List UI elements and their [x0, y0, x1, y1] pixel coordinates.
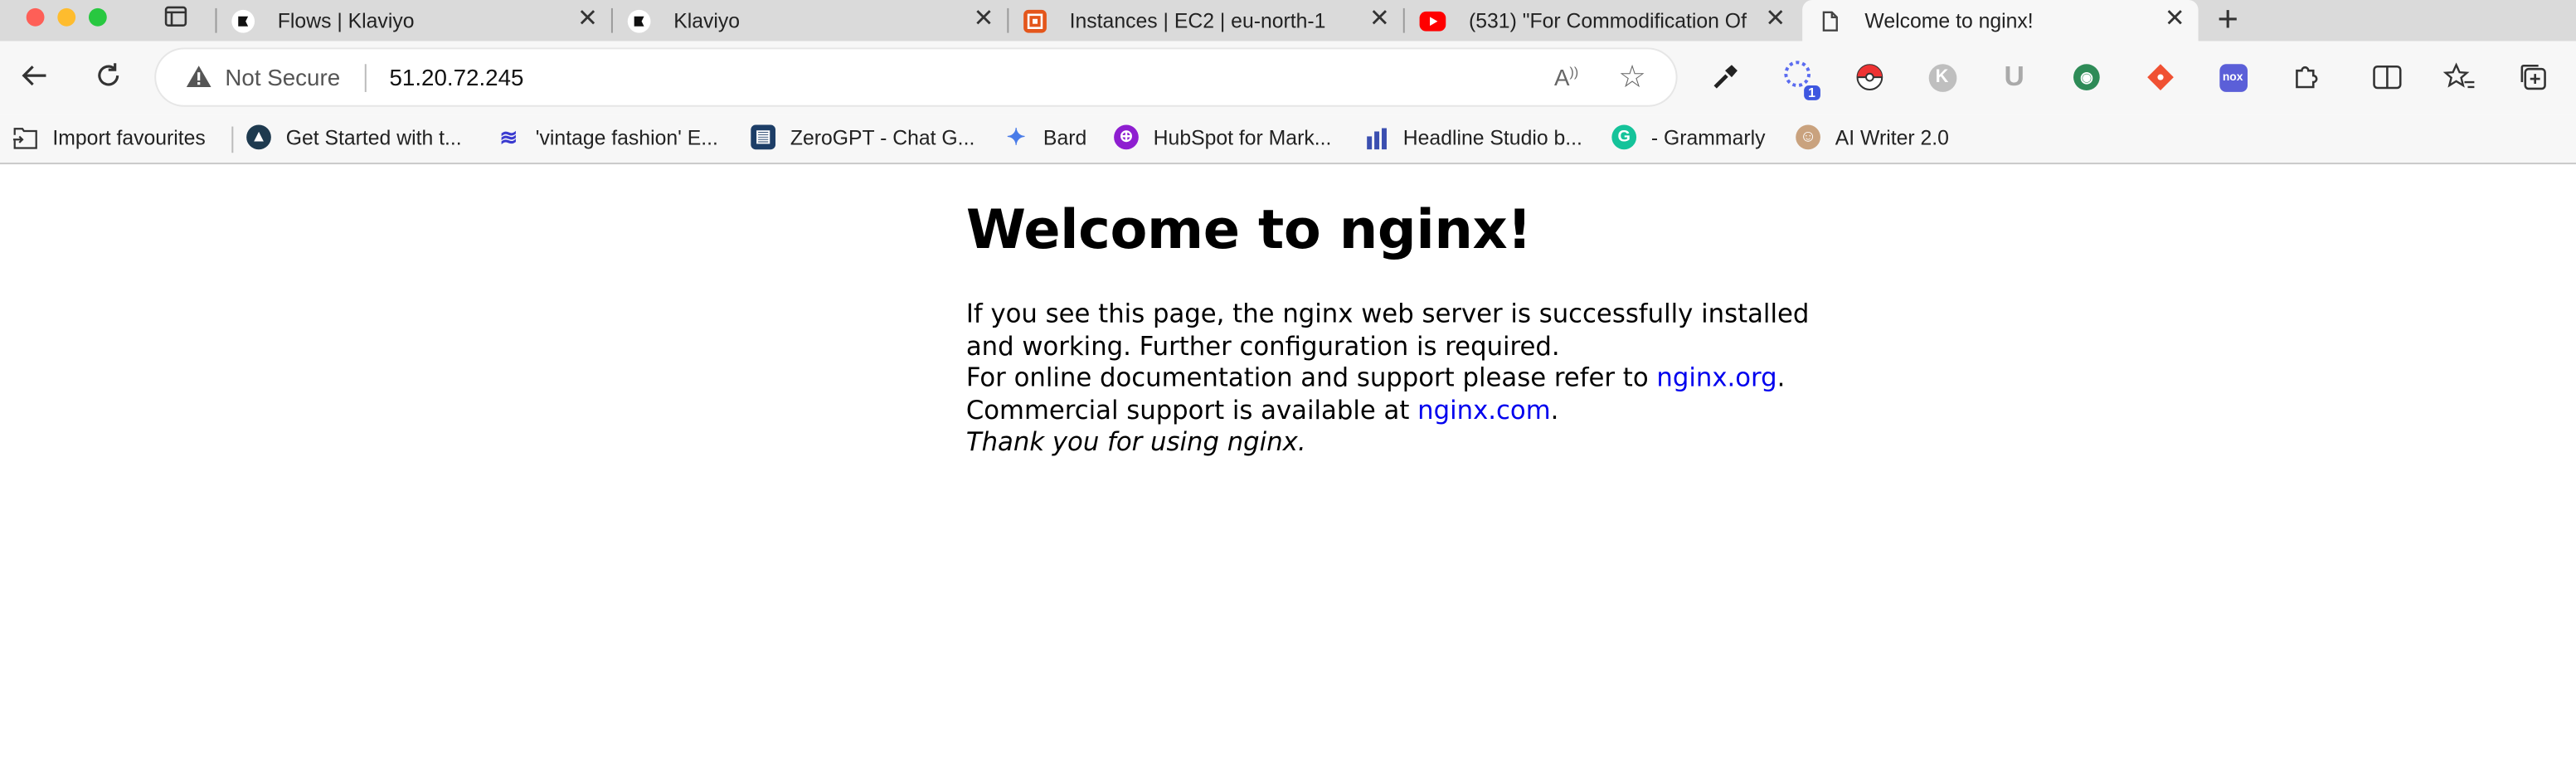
- minimize-window-button[interactable]: [57, 7, 76, 27]
- url-text[interactable]: 51.20.72.245: [389, 64, 523, 90]
- read-aloud-icon[interactable]: A)): [1554, 64, 1578, 90]
- bookmark-label: AI Writer 2.0: [1835, 125, 1949, 149]
- nginx-org-link[interactable]: nginx.org: [1656, 363, 1776, 393]
- tab-title: Instances | EC2 | eu-north-1: [1069, 8, 1326, 32]
- commercial-support-text: Commercial support is available at: [965, 395, 1418, 425]
- close-tab-icon[interactable]: ✕: [974, 6, 994, 33]
- sparkle-icon: ✦: [1006, 123, 1026, 150]
- bookmark-label: ZeroGPT - Chat G...: [790, 125, 975, 149]
- aws-icon: [1023, 8, 1047, 32]
- klaviyo-icon: [231, 8, 255, 32]
- nox-extension-icon[interactable]: nox: [2216, 61, 2249, 94]
- documentation-text: For online documentation and support ple…: [965, 363, 1657, 393]
- bookmarks-bar: Import favourites ▲ Get Started with t..…: [0, 114, 2576, 165]
- grammarly-icon: G: [1611, 124, 1637, 150]
- bookmark-ai-writer[interactable]: ☺ AI Writer 2.0: [1796, 124, 1949, 150]
- tab-klaviyo[interactable]: Klaviyo ✕: [610, 0, 1007, 41]
- extension-badge-count: 1: [1803, 85, 1820, 100]
- close-tab-icon[interactable]: ✕: [1765, 6, 1786, 33]
- close-tab-icon[interactable]: ✕: [577, 6, 598, 33]
- mountain-icon: ▲: [246, 124, 271, 150]
- tab-welcome-nginx[interactable]: Welcome to nginx! ✕: [1802, 0, 2199, 41]
- tab-title: Flows | Klaviyo: [277, 8, 415, 32]
- u-extension-icon[interactable]: U: [1998, 61, 2031, 94]
- bookmark-zerogpt[interactable]: ▤ ZeroGPT - Chat G...: [751, 124, 975, 150]
- collections-icon[interactable]: [2517, 61, 2550, 94]
- bookmark-label: HubSpot for Mark...: [1153, 125, 1332, 149]
- bookmark-label: Bard: [1043, 125, 1087, 149]
- split-screen-icon[interactable]: [2371, 61, 2404, 94]
- bookmark-label: Import favourites: [52, 125, 206, 149]
- intro-paragraph: If you see this page, the nginx web serv…: [965, 299, 1810, 362]
- back-icon[interactable]: [17, 59, 53, 95]
- bookmark-label: Get Started with t...: [285, 125, 462, 149]
- close-tab-icon[interactable]: ✕: [2165, 6, 2185, 33]
- bookmark-import-favourites[interactable]: Import favourites: [12, 125, 206, 150]
- thanks-text: Thank you for using nginx.: [965, 427, 1306, 458]
- nginx-com-link[interactable]: nginx.com: [1417, 396, 1550, 425]
- robot-extension-icon[interactable]: ◉: [2070, 61, 2103, 94]
- import-icon: [12, 125, 38, 150]
- tab-title: (531) "For Commodification Of: [1469, 8, 1747, 32]
- tab-strip: Flows | Klaviyo ✕ Klaviyo ✕ Instances | …: [0, 0, 2576, 41]
- address-bar[interactable]: Not Secure 51.20.72.245 A)) ☆: [156, 49, 1676, 105]
- bookmark-bard[interactable]: ✦ Bard: [1004, 123, 1087, 150]
- period: .: [1776, 363, 1786, 393]
- new-tab-icon[interactable]: +: [2209, 1, 2246, 38]
- chart-icon: [1363, 125, 1388, 150]
- period: .: [1550, 395, 1559, 425]
- pokeball-extension-icon[interactable]: [1854, 61, 1887, 94]
- klaviyo-icon: [627, 8, 651, 32]
- feather-icon: ≋: [499, 124, 518, 149]
- close-window-button[interactable]: [26, 7, 45, 27]
- youtube-icon: [1419, 10, 1446, 31]
- close-tab-icon[interactable]: ✕: [1369, 6, 1390, 33]
- warning-icon[interactable]: [186, 64, 212, 97]
- tab-title: Klaviyo: [673, 8, 741, 32]
- page-heading: Welcome to nginx!: [965, 197, 1532, 261]
- extensions-puzzle-icon[interactable]: [2291, 61, 2324, 94]
- avatar-icon: ☺: [1796, 124, 1820, 150]
- extension-badge-icon[interactable]: 1: [1782, 61, 1820, 100]
- bookmark-hubspot[interactable]: ⊕ HubSpot for Mark...: [1114, 124, 1332, 150]
- bookmark-get-started[interactable]: ▲ Get Started with t...: [246, 124, 462, 150]
- address-divider: [364, 64, 367, 92]
- bookmark-grammarly[interactable]: G - Grammarly: [1611, 124, 1766, 150]
- bookmark-label: Headline Studio b...: [1402, 125, 1582, 149]
- documentation-paragraph: For online documentation and support ple…: [966, 363, 1820, 396]
- window-controls: [0, 0, 131, 41]
- page-icon: [1819, 9, 1842, 32]
- tab-flows-klaviyo[interactable]: Flows | Klaviyo ✕: [215, 0, 611, 41]
- git-extension-icon[interactable]: [2144, 61, 2177, 94]
- zoom-window-button[interactable]: [88, 7, 107, 27]
- bookmark-label: 'vintage fashion' E...: [535, 125, 718, 149]
- toolbar: Not Secure 51.20.72.245 A)) ☆ 1 K U ◉ no…: [0, 41, 2576, 115]
- commercial-support-paragraph: Commercial support is available at nginx…: [966, 396, 1820, 428]
- tab-title: Welcome to nginx!: [1864, 8, 2034, 32]
- page-content: Welcome to nginx! If you see this page, …: [966, 197, 1820, 460]
- tab-actions-icon[interactable]: [158, 3, 194, 40]
- favourites-icon[interactable]: [2442, 61, 2476, 94]
- tab-youtube[interactable]: (531) "For Commodification Of ✕: [1402, 0, 1799, 41]
- security-status[interactable]: Not Secure: [225, 64, 340, 90]
- hubspot-icon: ⊕: [1114, 124, 1139, 150]
- bookmarks-divider: [231, 126, 234, 153]
- favourite-star-icon[interactable]: ☆: [1618, 59, 1646, 97]
- eyedropper-extension-icon[interactable]: [1708, 61, 1742, 94]
- tab-ec2-instances[interactable]: Instances | EC2 | eu-north-1 ✕: [1007, 0, 1402, 41]
- refresh-icon[interactable]: [90, 59, 127, 95]
- book-icon: ▤: [751, 124, 776, 150]
- bookmark-headline-studio[interactable]: Headline Studio b...: [1363, 125, 1582, 150]
- k-extension-icon[interactable]: K: [1926, 61, 1959, 94]
- bookmark-vintage-fashion[interactable]: ≋ 'vintage fashion' E...: [496, 124, 718, 150]
- bookmark-label: - Grammarly: [1650, 125, 1766, 149]
